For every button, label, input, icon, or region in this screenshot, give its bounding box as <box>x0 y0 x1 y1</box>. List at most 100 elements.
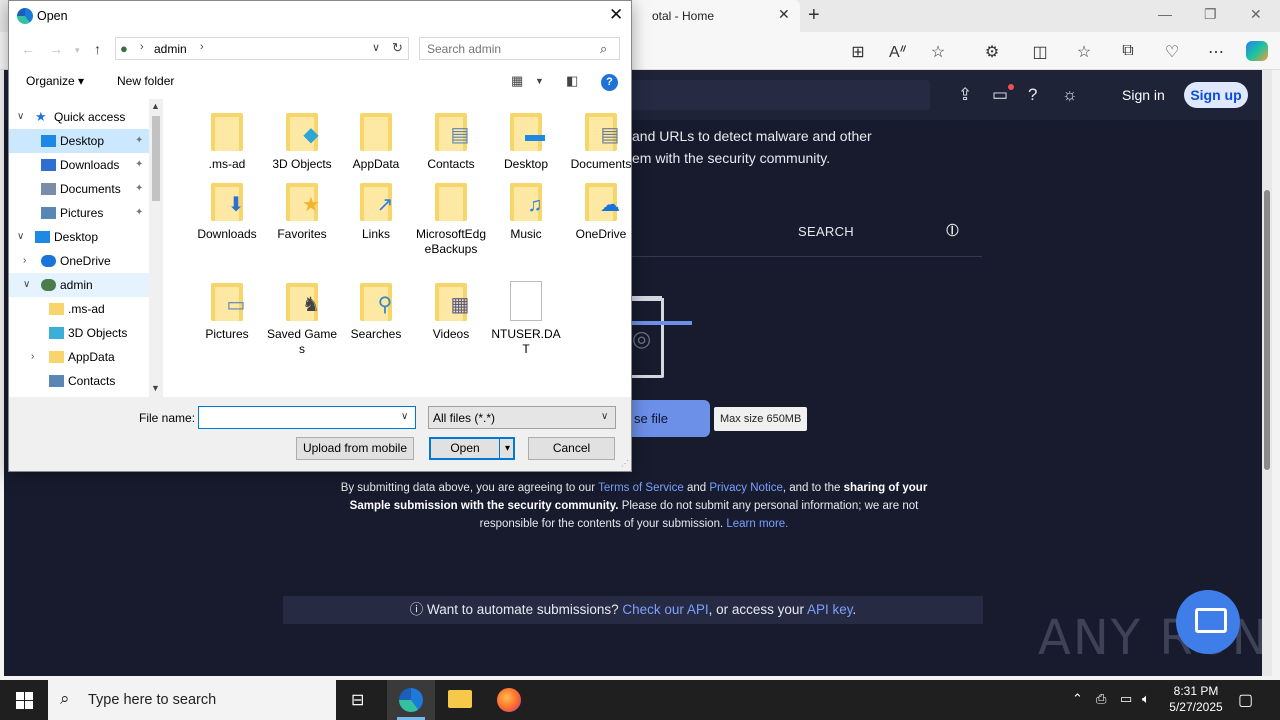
search-input[interactable] <box>420 38 590 59</box>
change-view-icon[interactable]: ▦ <box>511 73 523 89</box>
learn-more-link[interactable]: Learn more. <box>726 518 788 530</box>
restore-button[interactable]: ❐ <box>1204 6 1217 23</box>
site-search-input[interactable] <box>624 80 930 110</box>
tab-search[interactable]: SEARCH <box>798 224 854 239</box>
breadcrumb-admin[interactable]: admin <box>154 42 187 56</box>
folder-item[interactable]: ★ Favorites <box>266 171 338 242</box>
taskbar-firefox-button[interactable] <box>485 680 533 720</box>
file-name-input[interactable]: ∨ <box>198 406 416 429</box>
network-icon[interactable]: ▭ <box>1120 691 1132 707</box>
nav-item[interactable]: › AppData <box>9 345 149 369</box>
nav-item[interactable]: › OneDrive <box>9 249 149 273</box>
address-dropdown-icon[interactable]: ∨ <box>372 41 380 54</box>
chevron-down-icon[interactable]: ∨ <box>401 411 408 422</box>
expand-chevron-icon[interactable]: ∨ <box>17 105 24 129</box>
chat-icon[interactable]: ▭ <box>992 85 1008 105</box>
open-button[interactable]: Open ▾ <box>429 437 515 460</box>
chevron-down-icon[interactable]: ∨ <box>601 411 608 422</box>
close-window-button[interactable]: ✕ <box>1250 6 1262 23</box>
folder-item[interactable]: ☁ OneDrive <box>565 171 637 242</box>
taskbar-search-box[interactable]: ⌕ Type here to search <box>48 680 336 720</box>
folder-item[interactable]: ▭ Pictures <box>191 271 263 342</box>
expand-chevron-icon[interactable]: ∨ <box>17 225 24 249</box>
folder-item[interactable]: ⬇ Downloads <box>191 171 263 242</box>
folder-item[interactable]: ⚲ Searches <box>340 271 412 342</box>
nav-item[interactable]: Desktop ✦ <box>9 129 149 153</box>
nav-item[interactable]: Documents ✦ <box>9 177 149 201</box>
privacy-link[interactable]: Privacy Notice <box>709 482 783 494</box>
show-hidden-icons-icon[interactable]: ⌃ <box>1072 691 1083 707</box>
collapse-chevron-icon[interactable]: › <box>31 345 34 369</box>
nav-item[interactable]: ∨ Desktop <box>9 225 149 249</box>
recent-locations-icon[interactable]: ▾ <box>75 45 80 56</box>
organize-menu[interactable]: Organize ▾ <box>26 74 84 88</box>
folder-item[interactable]: AppData <box>340 101 412 172</box>
nav-item[interactable]: 3D Objects <box>9 321 149 345</box>
notifications-icon[interactable]: ▢ <box>1238 690 1253 710</box>
folder-item[interactable]: ▤ Contacts <box>415 101 487 172</box>
file-item[interactable]: NTUSER.DAT <box>490 271 562 357</box>
folder-item[interactable]: ▤ Documents <box>565 101 637 172</box>
theme-sun-icon[interactable]: ☼ <box>1062 85 1078 105</box>
resize-grip-icon[interactable]: ⋰ <box>621 459 629 468</box>
cancel-button[interactable]: Cancel <box>528 437 615 460</box>
forward-arrow-icon[interactable]: → <box>49 41 63 57</box>
breadcrumb-chevron-icon[interactable]: › <box>200 41 204 53</box>
system-clock[interactable]: 8:31 PM 5/27/2025 <box>1160 683 1232 715</box>
taskbar-edge-button[interactable] <box>387 680 435 720</box>
app-available-icon[interactable]: ⊞ <box>848 42 868 62</box>
tab-close-icon[interactable]: ✕ <box>778 6 790 23</box>
expand-chevron-icon[interactable]: ∨ <box>23 273 30 297</box>
extensions-icon[interactable]: ⚙ <box>982 42 1002 62</box>
back-arrow-icon[interactable]: ← <box>21 41 35 57</box>
folder-item[interactable]: ◆ 3D Objects <box>266 101 338 172</box>
nav-item[interactable]: Contacts <box>9 369 149 393</box>
nav-item[interactable]: Downloads ✦ <box>9 153 149 177</box>
tray-app-icon[interactable]: ⎙ <box>1096 691 1106 707</box>
new-tab-button[interactable]: + <box>808 4 820 27</box>
terms-link[interactable]: Terms of Service <box>598 482 684 494</box>
choose-file-button[interactable]: se file <box>632 400 710 437</box>
search-box[interactable]: ⌕ <box>419 37 620 60</box>
volume-icon[interactable]: 🔈︎ <box>1142 691 1150 707</box>
open-split-dropdown-icon[interactable]: ▾ <box>499 439 515 458</box>
start-windows-icon[interactable] <box>16 692 33 709</box>
up-arrow-icon[interactable]: ↑ <box>94 41 101 57</box>
sign-up-button[interactable]: Sign up <box>1184 82 1248 108</box>
minimize-button[interactable]: — <box>1158 6 1172 22</box>
page-scrollbar-thumb[interactable] <box>1264 190 1270 470</box>
folder-item[interactable]: ▦ Videos <box>415 271 487 342</box>
nav-item[interactable]: ∨ admin <box>9 273 149 297</box>
fingerprint-tab-icon[interactable]: ⦶ <box>946 220 959 241</box>
api-key-link[interactable]: API key <box>807 602 853 617</box>
address-bar[interactable]: ● › admin › ∨ ↻ <box>115 37 409 60</box>
more-menu-icon[interactable]: ⋯ <box>1206 42 1226 62</box>
check-api-link[interactable]: Check our API <box>622 602 708 617</box>
nav-item[interactable]: Pictures ✦ <box>9 201 149 225</box>
view-dropdown-icon[interactable]: ▼ <box>535 76 544 86</box>
folder-item[interactable]: MicrosoftEdgeBackups <box>415 171 487 257</box>
performance-icon[interactable]: ♡ <box>1162 42 1182 62</box>
upload-from-mobile-button[interactable]: Upload from mobile <box>296 437 414 460</box>
nav-item[interactable]: .ms-ad <box>9 297 149 321</box>
folder-item[interactable]: ♞ Saved Games <box>266 271 338 357</box>
nav-item[interactable]: ∨ ★ Quick access <box>9 105 149 129</box>
split-screen-icon[interactable]: ◫ <box>1030 42 1050 62</box>
file-type-select[interactable]: All files (*.*) ∨ <box>428 406 616 429</box>
new-folder-button[interactable]: New folder <box>117 74 174 88</box>
copilot-icon[interactable] <box>1246 41 1268 61</box>
folder-item[interactable]: ▬ Desktop <box>490 101 562 172</box>
taskbar-file-explorer-button[interactable] <box>436 680 484 720</box>
upload-icon[interactable]: ⇪ <box>958 85 972 105</box>
help-button[interactable]: ? <box>601 74 618 91</box>
dialog-close-button[interactable]: ✕ <box>609 5 623 25</box>
preview-pane-icon[interactable]: ◧ <box>566 73 578 89</box>
refresh-icon[interactable]: ↻ <box>392 40 403 56</box>
scroll-up-icon[interactable]: ▲ <box>151 101 160 111</box>
folder-item[interactable]: ♫ Music <box>490 171 562 242</box>
favorite-star-icon[interactable]: ☆ <box>928 42 948 62</box>
task-view-button[interactable]: ⊟ <box>336 680 384 720</box>
collapse-chevron-icon[interactable]: › <box>23 249 26 273</box>
breadcrumb-chevron-icon[interactable]: › <box>140 41 144 53</box>
read-aloud-icon[interactable]: Aᐥ <box>888 42 908 62</box>
